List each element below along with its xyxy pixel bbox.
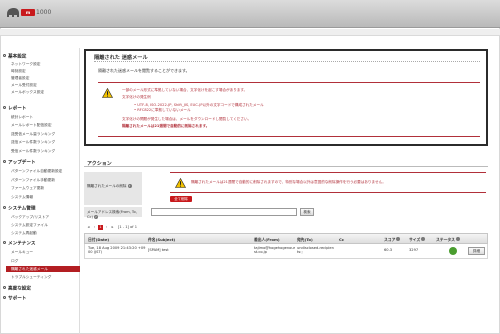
sidebar-item[interactable]: メールキュー — [11, 250, 33, 255]
next-page-icon[interactable]: › — [104, 225, 109, 230]
column-header-cc[interactable]: Cc — [339, 237, 344, 242]
sidebar-item-quarantined-spam[interactable]: 隔離された迷惑メール — [11, 266, 48, 272]
detail-button[interactable]: 詳細 — [468, 247, 485, 255]
table-header: 日付(Date) 件名(Subject) 差出人(From) 宛先(To) Cc… — [84, 233, 488, 244]
sidebar-item[interactable]: パターンファイル自動更新設定 — [11, 169, 62, 174]
delete-warning-box: 隔離されたメールは21週間で自動的に削除されますので、特別な場合以外は意図的な削… — [170, 172, 486, 193]
sidebar-section-report[interactable]: レポート — [3, 106, 26, 112]
auto-delete-notice: 隔離されたメールは21週間で自動的に削除されます。 — [122, 124, 210, 128]
column-header-subject[interactable]: 件名(Subject) — [148, 237, 175, 243]
prev-page-icon[interactable]: ‹ — [92, 225, 97, 230]
help-icon[interactable] — [396, 237, 401, 242]
panel-description: 隔離された迷惑メールを閲覧することができます。 — [98, 68, 190, 73]
cell-subject: [SPAM] test — [148, 247, 169, 252]
sidebar-section-basic[interactable]: 基本設定 — [3, 54, 26, 60]
action-section-header: アクション — [84, 160, 488, 167]
sidebar-item[interactable]: バックアップ/リストア — [11, 215, 49, 220]
address-search-input[interactable] — [151, 208, 297, 216]
column-header-score[interactable]: スコア — [384, 237, 401, 243]
help-icon[interactable]: ? — [127, 184, 132, 188]
warning-text: 文字化けの発生例 — [122, 95, 151, 99]
first-page-icon[interactable]: ◂ — [86, 225, 91, 230]
sidebar-item[interactable]: メール受付設定 — [11, 83, 37, 88]
sidebar: 基本設定 ネットワーク設定 時刻設定 管理者設定 メール受付設定 メールボックス… — [3, 48, 80, 334]
sidebar-section-support[interactable]: サポート — [3, 296, 26, 302]
column-header-status[interactable]: ステータス — [436, 237, 460, 243]
warning-icon — [102, 88, 113, 98]
sub-header-bar — [0, 29, 500, 36]
sidebar-section-advanced[interactable]: 高度な設定 — [3, 286, 31, 292]
table-row[interactable]: Tue, 18 Aug 2009 21:43:20 +09 00 (JST) [… — [84, 244, 488, 259]
delete-all-button[interactable]: 全て削除 — [170, 196, 192, 202]
sidebar-item[interactable]: メールレポート配信設定 — [11, 123, 52, 128]
sidebar-item[interactable]: パターンファイル手動更新 — [11, 178, 55, 183]
cell-score: 60.3 — [384, 247, 393, 252]
warning-icon — [175, 178, 186, 188]
sidebar-item[interactable]: ネットワーク設定 — [11, 62, 41, 67]
divider — [94, 61, 480, 62]
warning-list-item: • RFC822に準拠していないメール — [134, 108, 191, 112]
sidebar-item[interactable]: メールボックス設定 — [11, 90, 44, 95]
page-number-current[interactable]: 1 — [98, 225, 103, 230]
sidebar-item[interactable]: 統計レポート — [11, 115, 33, 120]
sidebar-item[interactable]: 送信メール件数ランキング — [11, 140, 55, 145]
search-button[interactable]: 検索 — [300, 208, 314, 216]
last-page-icon[interactable]: ▸ — [110, 225, 115, 230]
action-title: アクション — [87, 161, 112, 167]
sidebar-item[interactable]: 受信メール件数ランキング — [11, 149, 55, 154]
cell-to: undisclosed-recipien ts:; — [297, 245, 334, 255]
top-header: m 1000 — [0, 0, 500, 28]
sidebar-item[interactable]: システム設定ファイル — [11, 223, 48, 228]
sidebar-section-system[interactable]: システム管理 — [3, 206, 35, 212]
sidebar-item[interactable]: 管理者設定 — [11, 76, 29, 81]
warning-text: 文字化けの問題が発生した場合は、メールをダウンロードし閲覧してください。 — [122, 117, 252, 121]
sidebar-section-maintenance[interactable]: メンテナンス — [3, 241, 35, 247]
page-range-info: [1 - 1] of 1 — [118, 225, 137, 229]
delete-warning-text: 隔離されたメールは21週間で自動的に削除されますので、特別な場合以外は意図的な削… — [191, 180, 386, 184]
quarantine-panel: 隔離された 迷惑メール 隔離された迷惑メールを閲覧することができます。 一部のメ… — [84, 49, 488, 146]
sidebar-item[interactable]: 時刻設定 — [11, 69, 26, 74]
sidebar-section-update[interactable]: アップデート — [3, 160, 36, 166]
column-header-from[interactable]: 差出人(From) — [254, 237, 280, 243]
product-name: 1000 — [36, 9, 52, 16]
column-header-size[interactable]: サイズ — [409, 237, 426, 243]
panel-title: 隔離された 迷惑メール — [94, 55, 148, 61]
help-icon[interactable]: ? — [93, 214, 98, 219]
column-header-to[interactable]: 宛先(To) — [297, 237, 313, 243]
sidebar-item[interactable]: トラブルシューティング — [11, 275, 51, 280]
elephant-logo-icon — [7, 8, 19, 17]
search-row-label: メールアドレス検索(From, To, Cc)? — [84, 207, 142, 219]
sidebar-item[interactable]: システム情報 — [11, 195, 33, 200]
encoding-warning-box: 一部のメール形式に準拠していない場合、文字化けを起こす場合があります。 文字化け… — [98, 82, 480, 137]
help-icon[interactable] — [455, 237, 460, 242]
warning-list-item: • UTF-8, ISO-2022-JP, Shift_JIS, EUC-JP以… — [134, 103, 264, 107]
sidebar-item[interactable]: システム再起動 — [11, 231, 37, 236]
cell-from: tajimo@hogehogenoumeg@localho st.co.jp — [254, 245, 295, 255]
sidebar-item[interactable]: 送受信メール量ランキング — [11, 132, 55, 137]
status-ok-icon — [449, 247, 457, 255]
help-icon[interactable] — [421, 237, 426, 242]
delete-row-label: 隔離されたメールの削除? — [84, 172, 142, 205]
warning-text: 一部のメール形式に準拠していない場合、文字化けを起こす場合があります。 — [122, 88, 248, 92]
cell-date: Tue, 18 Aug 2009 21:43:20 +09 00 (JST) — [88, 245, 146, 255]
cell-size: 3297 — [409, 247, 419, 252]
column-header-date[interactable]: 日付(Date) — [88, 237, 109, 243]
brand-badge: m — [21, 9, 35, 16]
sidebar-item[interactable]: ログ — [11, 259, 18, 264]
sidebar-item[interactable]: ファームウェア更新 — [11, 186, 44, 191]
